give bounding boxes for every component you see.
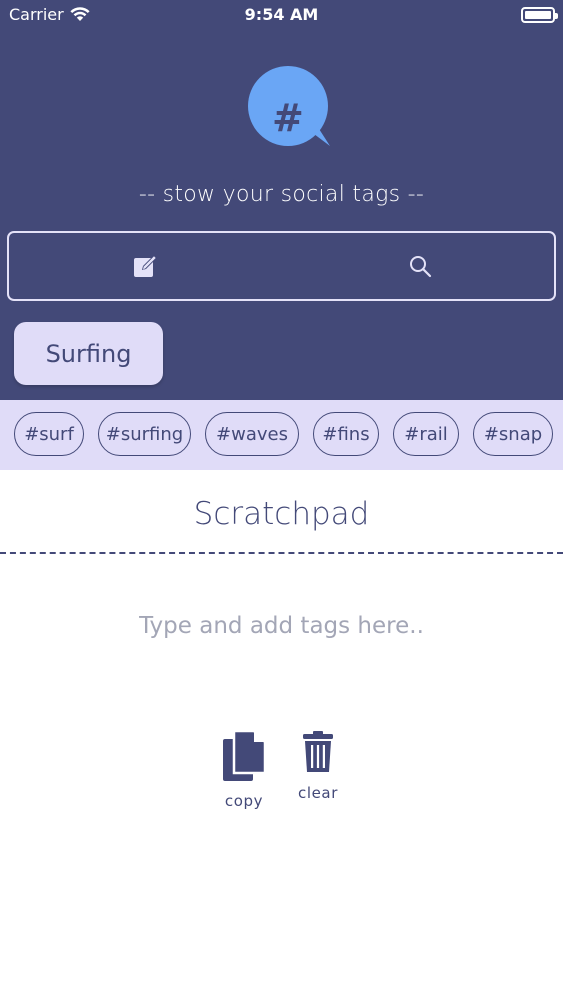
trash-icon (303, 731, 333, 772)
status-time: 9:54 AM (244, 5, 319, 24)
copy-icon (223, 730, 266, 781)
tag-pill[interactable]: #surf (14, 412, 84, 456)
battery-icon (521, 7, 558, 23)
edit-icon (134, 255, 157, 277)
search-button[interactable] (283, 233, 557, 299)
tag-strip: #surf #surfing #waves #fins #rail #snap (0, 400, 563, 470)
tagline: -- stow your social tags -- (138, 182, 425, 207)
scratchpad-title: Scratchpad (193, 496, 370, 532)
header-panel: Carrier 9:54 AM # -- stow your social ta… (0, 0, 563, 400)
clear-label: clear (297, 784, 338, 802)
logo-glyph: # (272, 96, 304, 140)
category-chip-surfing[interactable]: Surfing (14, 322, 163, 385)
tag-pill[interactable]: #snap (473, 412, 553, 456)
dashed-divider (0, 552, 563, 554)
scratchpad-input[interactable] (0, 600, 563, 652)
tag-pill[interactable]: #fins (313, 412, 379, 456)
tag-pill[interactable]: #rail (393, 412, 459, 456)
clear-button[interactable]: clear (288, 730, 348, 802)
status-bar: Carrier 9:54 AM (0, 0, 563, 30)
copy-button[interactable]: copy (214, 730, 274, 810)
search-icon (410, 256, 432, 278)
tag-pill[interactable]: #waves (205, 412, 299, 456)
search-bar (7, 231, 556, 301)
new-entry-button[interactable] (9, 233, 283, 299)
copy-label: copy (224, 792, 264, 810)
tag-pill[interactable]: #surfing (98, 412, 191, 456)
app-logo-hashtag-bubble-icon: # (248, 66, 330, 146)
